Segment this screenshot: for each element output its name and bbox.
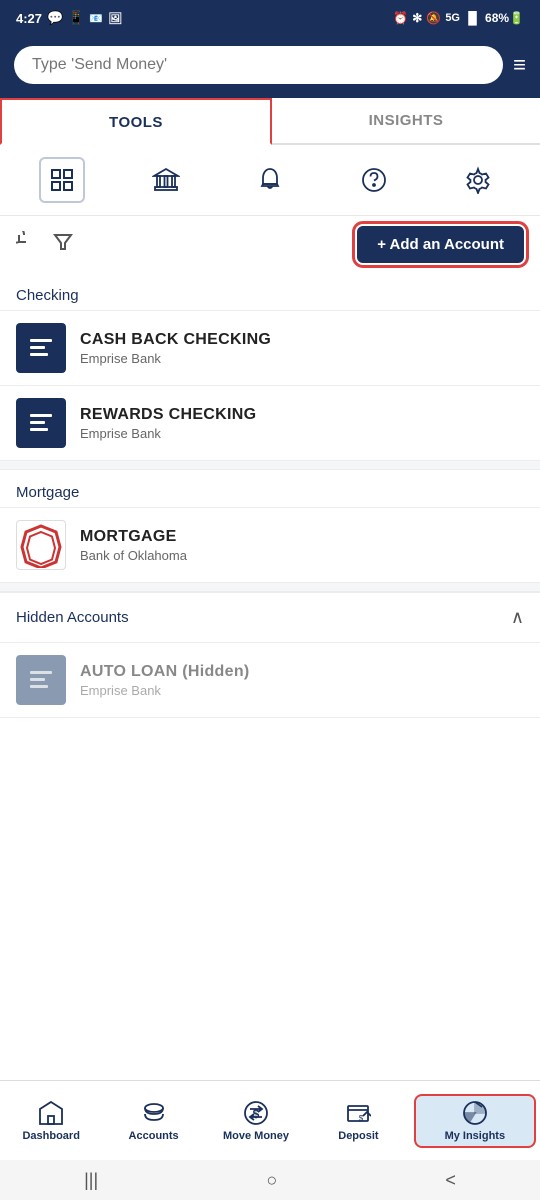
outlook-icon: 📧	[89, 12, 103, 25]
checking-section-header: Checking	[0, 273, 540, 310]
menu-button[interactable]: ≡	[513, 54, 526, 76]
account-name-cash-back: CASH BACK CHECKING	[80, 331, 524, 349]
bell-icon	[256, 166, 284, 194]
account-bank-mortgage: Bank of Oklahoma	[80, 548, 524, 563]
search-input[interactable]	[14, 46, 503, 84]
account-name-auto-loan: AUTO LOAN (Hidden)	[80, 663, 524, 681]
signal-icon: ▐▌	[464, 11, 481, 25]
home-button[interactable]: ○	[246, 1166, 297, 1195]
account-info-rewards: REWARDS CHECKING Emprise Bank	[80, 406, 524, 441]
refresh-icon	[16, 231, 38, 253]
chat-icon: 💬	[47, 10, 63, 26]
filter-button[interactable]	[52, 231, 74, 259]
header: ≡	[0, 36, 540, 98]
account-item-cash-back-checking[interactable]: CASH BACK CHECKING Emprise Bank	[0, 310, 540, 385]
time-display: 4:27	[16, 11, 42, 26]
chevron-up-icon: ∧	[511, 607, 524, 628]
recent-apps-button[interactable]: |||	[64, 1166, 118, 1195]
mortgage-logo	[16, 520, 66, 570]
hidden-logo-auto-loan	[16, 655, 66, 705]
action-icons	[16, 231, 74, 259]
account-item-mortgage[interactable]: MORTGAGE Bank of Oklahoma	[0, 507, 540, 582]
nav-label-move-money: Move Money	[223, 1130, 289, 1142]
nav-label-accounts: Accounts	[129, 1130, 179, 1142]
help-icon	[360, 166, 388, 194]
refresh-button[interactable]	[16, 231, 38, 259]
tab-insights[interactable]: INSIGHTS	[272, 98, 540, 143]
bottom-nav: Dashboard Accounts $ Move Money $ Deposi…	[0, 1080, 540, 1160]
account-bank-auto-loan: Emprise Bank	[80, 683, 524, 698]
nav-label-deposit: Deposit	[338, 1130, 378, 1142]
nav-item-accounts[interactable]: Accounts	[102, 1092, 204, 1150]
bank-of-oklahoma-logo	[18, 522, 64, 568]
my-insights-nav-icon	[462, 1100, 488, 1126]
emprise-bank-logo-2	[22, 404, 60, 442]
dashboard-nav-icon	[38, 1100, 64, 1126]
tab-tools[interactable]: TOOLS	[0, 98, 272, 145]
status-time: 4:27 💬 📱 📧 🖼	[16, 10, 122, 26]
mute-icon: 🔕	[426, 11, 441, 25]
move-money-nav-icon: $	[243, 1100, 269, 1126]
nav-item-move-money[interactable]: $ Move Money	[205, 1092, 307, 1150]
account-name-mortgage: MORTGAGE	[80, 528, 524, 546]
battery-display: 68%🔋	[485, 11, 524, 25]
hidden-accounts-label: Hidden Accounts	[16, 609, 129, 626]
status-icons: ⏰ ✻ 🔕 5G ▐▌ 68%🔋	[393, 11, 524, 25]
account-bank-cash-back: Emprise Bank	[80, 351, 524, 366]
nav-item-my-insights[interactable]: My Insights	[414, 1094, 536, 1148]
tab-bar: TOOLS INSIGHTS	[0, 98, 540, 145]
account-item-rewards-checking[interactable]: REWARDS CHECKING Emprise Bank	[0, 385, 540, 460]
section-divider-2	[0, 582, 540, 592]
accounts-nav-icon	[141, 1100, 167, 1126]
nav-item-deposit[interactable]: $ Deposit	[307, 1092, 409, 1150]
hidden-bank-logo	[22, 661, 60, 699]
icon-toolbar	[0, 145, 540, 216]
section-divider-1	[0, 460, 540, 470]
nav-label-my-insights: My Insights	[445, 1130, 506, 1142]
gear-icon	[464, 166, 492, 194]
emprise-logo-rewards	[16, 398, 66, 448]
settings-icon-button[interactable]	[455, 157, 501, 203]
gallery-icon: 🖼	[108, 12, 122, 25]
filter-icon	[52, 231, 74, 253]
help-icon-button[interactable]	[351, 157, 397, 203]
teams-icon: 📱	[68, 10, 84, 26]
status-bar: 4:27 💬 📱 📧 🖼 ⏰ ✻ 🔕 5G ▐▌ 68%🔋	[0, 0, 540, 36]
emprise-logo-cash-back	[16, 323, 66, 373]
account-name-rewards: REWARDS CHECKING	[80, 406, 524, 424]
bluetooth-icon: ✻	[412, 11, 422, 25]
back-button[interactable]: <	[425, 1166, 476, 1195]
grid-icon-button[interactable]	[39, 157, 85, 203]
bank-icon-button[interactable]	[143, 157, 189, 203]
alarm-icon: ⏰	[393, 11, 408, 25]
network-icon: 5G	[445, 12, 460, 24]
nav-label-dashboard: Dashboard	[22, 1130, 79, 1142]
action-bar: + Add an Account	[0, 216, 540, 273]
account-item-auto-loan[interactable]: AUTO LOAN (Hidden) Emprise Bank	[0, 642, 540, 718]
account-bank-rewards: Emprise Bank	[80, 426, 524, 441]
deposit-nav-icon: $	[345, 1100, 371, 1126]
account-info-cash-back: CASH BACK CHECKING Emprise Bank	[80, 331, 524, 366]
accounts-list: Checking CASH BACK CHECKING Emprise Bank	[0, 273, 540, 718]
grid-icon	[48, 166, 76, 194]
nav-item-dashboard[interactable]: Dashboard	[0, 1092, 102, 1150]
add-account-button[interactable]: + Add an Account	[357, 226, 524, 263]
account-info-auto-loan: AUTO LOAN (Hidden) Emprise Bank	[80, 663, 524, 698]
bell-icon-button[interactable]	[247, 157, 293, 203]
system-nav-bar: ||| ○ <	[0, 1160, 540, 1200]
hidden-accounts-header[interactable]: Hidden Accounts ∧	[0, 592, 540, 642]
account-info-mortgage: MORTGAGE Bank of Oklahoma	[80, 528, 524, 563]
emprise-bank-logo	[22, 329, 60, 367]
mortgage-section-header: Mortgage	[0, 470, 540, 507]
bank-icon	[152, 166, 180, 194]
